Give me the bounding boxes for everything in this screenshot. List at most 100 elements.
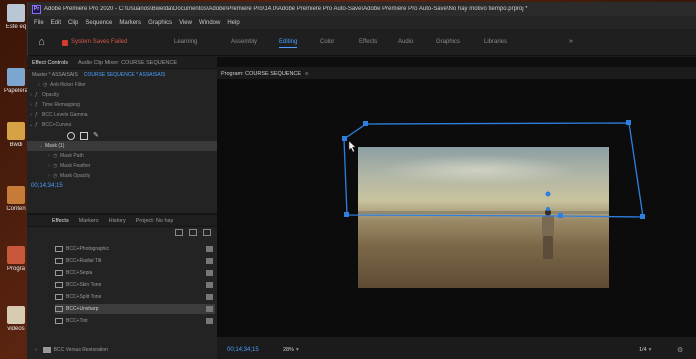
tab-effects[interactable]: Effects <box>359 39 377 45</box>
stopwatch-icon[interactable]: ◷ <box>53 173 60 179</box>
chevron-right-icon[interactable]: › <box>35 347 37 353</box>
mask-feather-handle[interactable] <box>546 207 550 211</box>
mask-path-overlay[interactable] <box>217 79 696 337</box>
wrench-settings-icon[interactable]: ⚙ <box>677 346 683 354</box>
desktop-icon-recycle-bin[interactable]: Papelera <box>2 68 30 95</box>
mask-vertex-handle[interactable] <box>640 214 645 219</box>
stopwatch-icon[interactable]: ◷ <box>53 153 60 159</box>
master-clip-dropdown[interactable]: Master * ASSAISAIS <box>32 72 78 78</box>
folder-icon <box>42 347 51 353</box>
stopwatch-icon[interactable]: ◷ <box>43 82 50 88</box>
sequence-clip-label[interactable]: COURSE SEQUENCE * ASSAISAIS <box>84 72 165 78</box>
program-canvas[interactable] <box>217 79 696 337</box>
menu-sequence[interactable]: Sequence <box>85 20 112 26</box>
menu-window[interactable]: Window <box>199 20 220 26</box>
effect-row[interactable]: › ◷ Anti-flicker Filter <box>27 80 217 90</box>
chevron-right-icon[interactable]: › <box>27 102 35 108</box>
effect-controls-timecode[interactable]: 00;14;34;15 <box>27 181 217 192</box>
list-item[interactable]: BCC+Photographic <box>55 244 215 254</box>
mask-row[interactable]: ⌄ Mask (1) <box>27 141 217 151</box>
program-title-text[interactable]: Program: COURSE SEQUENCE <box>221 71 301 77</box>
mask-vertex-handle[interactable] <box>558 213 563 218</box>
menu-graphics[interactable]: Graphics <box>148 20 172 26</box>
list-item[interactable]: BCC+Sepia <box>55 268 215 278</box>
effect-row[interactable]: › ƒ BCC Levels Gamma <box>27 110 217 120</box>
menu-edit[interactable]: Edit <box>51 20 61 26</box>
accelerated-effects-icon[interactable] <box>175 229 183 236</box>
chevron-right-icon[interactable]: › <box>35 82 43 88</box>
mask-property-row[interactable]: › ◷ Mask Opacity <box>27 171 217 181</box>
chevron-down-icon[interactable]: ⌄ <box>37 143 45 149</box>
mask-vertex-handle[interactable] <box>626 120 631 125</box>
rectangle-mask-icon[interactable] <box>80 131 88 140</box>
effect-row[interactable]: › ƒ Time Remapping <box>27 100 217 110</box>
desktop-icon-programs[interactable]: Progra <box>2 246 30 273</box>
desktop-icon-folder[interactable]: Bwdi <box>2 122 30 149</box>
mask-path[interactable] <box>343 122 644 218</box>
list-item-selected[interactable]: BCC+Unsharp <box>55 304 215 314</box>
more-workspaces-button[interactable]: » <box>569 38 573 45</box>
32bit-effects-icon[interactable] <box>189 229 197 236</box>
home-icon[interactable]: ⌂ <box>35 36 48 49</box>
list-item[interactable]: BCC+Skin Tone <box>55 280 215 290</box>
tab-editing[interactable]: Editing <box>279 39 298 48</box>
ellipse-mask-icon[interactable] <box>67 131 75 140</box>
menu-clip[interactable]: Clip <box>68 20 78 26</box>
effect-name: BCC+Photographic <box>66 246 109 252</box>
effect-row[interactable]: ⌄ ƒ BCC+Curves <box>27 120 217 130</box>
menu-view[interactable]: View <box>179 20 192 26</box>
effects-folder[interactable]: › BCC Versus Restoration <box>35 347 108 353</box>
tab-assembly[interactable]: Assembly <box>231 39 257 45</box>
autosave-warning-icon <box>62 40 68 46</box>
list-item[interactable]: BCC+Radial Tilt <box>55 256 215 266</box>
chevron-right-icon[interactable]: › <box>45 153 53 159</box>
mask-vertex-handle[interactable] <box>344 212 349 217</box>
desktop-icon-content[interactable]: Conten <box>2 186 30 213</box>
mask-vertex-handle[interactable] <box>363 121 368 126</box>
mask-center-handle[interactable] <box>545 191 551 197</box>
menu-markers[interactable]: Markers <box>119 20 141 26</box>
effect-row[interactable]: › ƒ Opacity <box>27 90 217 100</box>
folder-icon <box>7 186 25 204</box>
menu-file[interactable]: File <box>34 20 44 26</box>
effect-name: BCC+Skin Tone <box>66 282 102 288</box>
desktop-icon-this-pc[interactable]: Este eq <box>2 4 30 31</box>
accelerated-badge-icon <box>206 318 213 324</box>
tab-color[interactable]: Color <box>320 39 334 45</box>
mask-shape-tools: ✎ <box>27 130 217 141</box>
effect-label: BCC Levels Gamma <box>42 112 88 118</box>
effect-preset-icon <box>55 306 63 312</box>
tab-history[interactable]: History <box>109 218 126 224</box>
stopwatch-icon[interactable]: ◷ <box>53 163 60 169</box>
mask-property-row[interactable]: › ◷ Mask Path <box>27 151 217 161</box>
program-timecode[interactable]: 00;14;34;15 <box>227 347 259 353</box>
tab-graphics[interactable]: Graphics <box>436 39 460 45</box>
effects-toolbar <box>27 227 217 238</box>
tab-learning[interactable]: Learning <box>174 39 197 45</box>
chevron-right-icon[interactable]: › <box>27 92 35 98</box>
mask-property-row[interactable]: › ◷ Mask Feather <box>27 161 217 171</box>
zoom-level-dropdown[interactable]: 28% ▾ <box>283 347 299 353</box>
list-item[interactable]: BCC+Tint <box>55 316 215 326</box>
list-item[interactable]: BCC+Split Tone <box>55 292 215 302</box>
chevron-right-icon[interactable]: › <box>45 173 53 179</box>
tab-effects-panel[interactable]: Effects <box>52 218 69 224</box>
resolution-dropdown[interactable]: 1/4 ▾ <box>639 347 651 353</box>
fx-icon: ƒ <box>35 112 38 118</box>
tab-libraries[interactable]: Libraries <box>484 39 507 45</box>
tab-project[interactable]: Project: No hay <box>136 218 174 224</box>
autosave-status: System Saves Failed <box>71 39 128 45</box>
mask-vertex-handle[interactable] <box>342 136 347 141</box>
chevron-down-icon[interactable]: ⌄ <box>27 122 35 128</box>
yuv-effects-icon[interactable] <box>203 229 211 236</box>
menu-help[interactable]: Help <box>227 20 239 26</box>
pen-mask-icon[interactable]: ✎ <box>93 132 101 140</box>
tab-audio-clip-mixer[interactable]: Audio Clip Mixer: COURSE SEQUENCE <box>78 60 177 66</box>
chevron-right-icon[interactable]: › <box>27 112 35 118</box>
chevron-right-icon[interactable]: › <box>45 163 53 169</box>
tab-markers[interactable]: Markers <box>79 218 99 224</box>
tab-effect-controls[interactable]: Effect Controls <box>32 60 68 66</box>
tab-audio[interactable]: Audio <box>398 39 413 45</box>
desktop-icon-videos[interactable]: videos <box>2 306 30 333</box>
panel-menu-icon[interactable]: ≡ <box>305 71 308 77</box>
